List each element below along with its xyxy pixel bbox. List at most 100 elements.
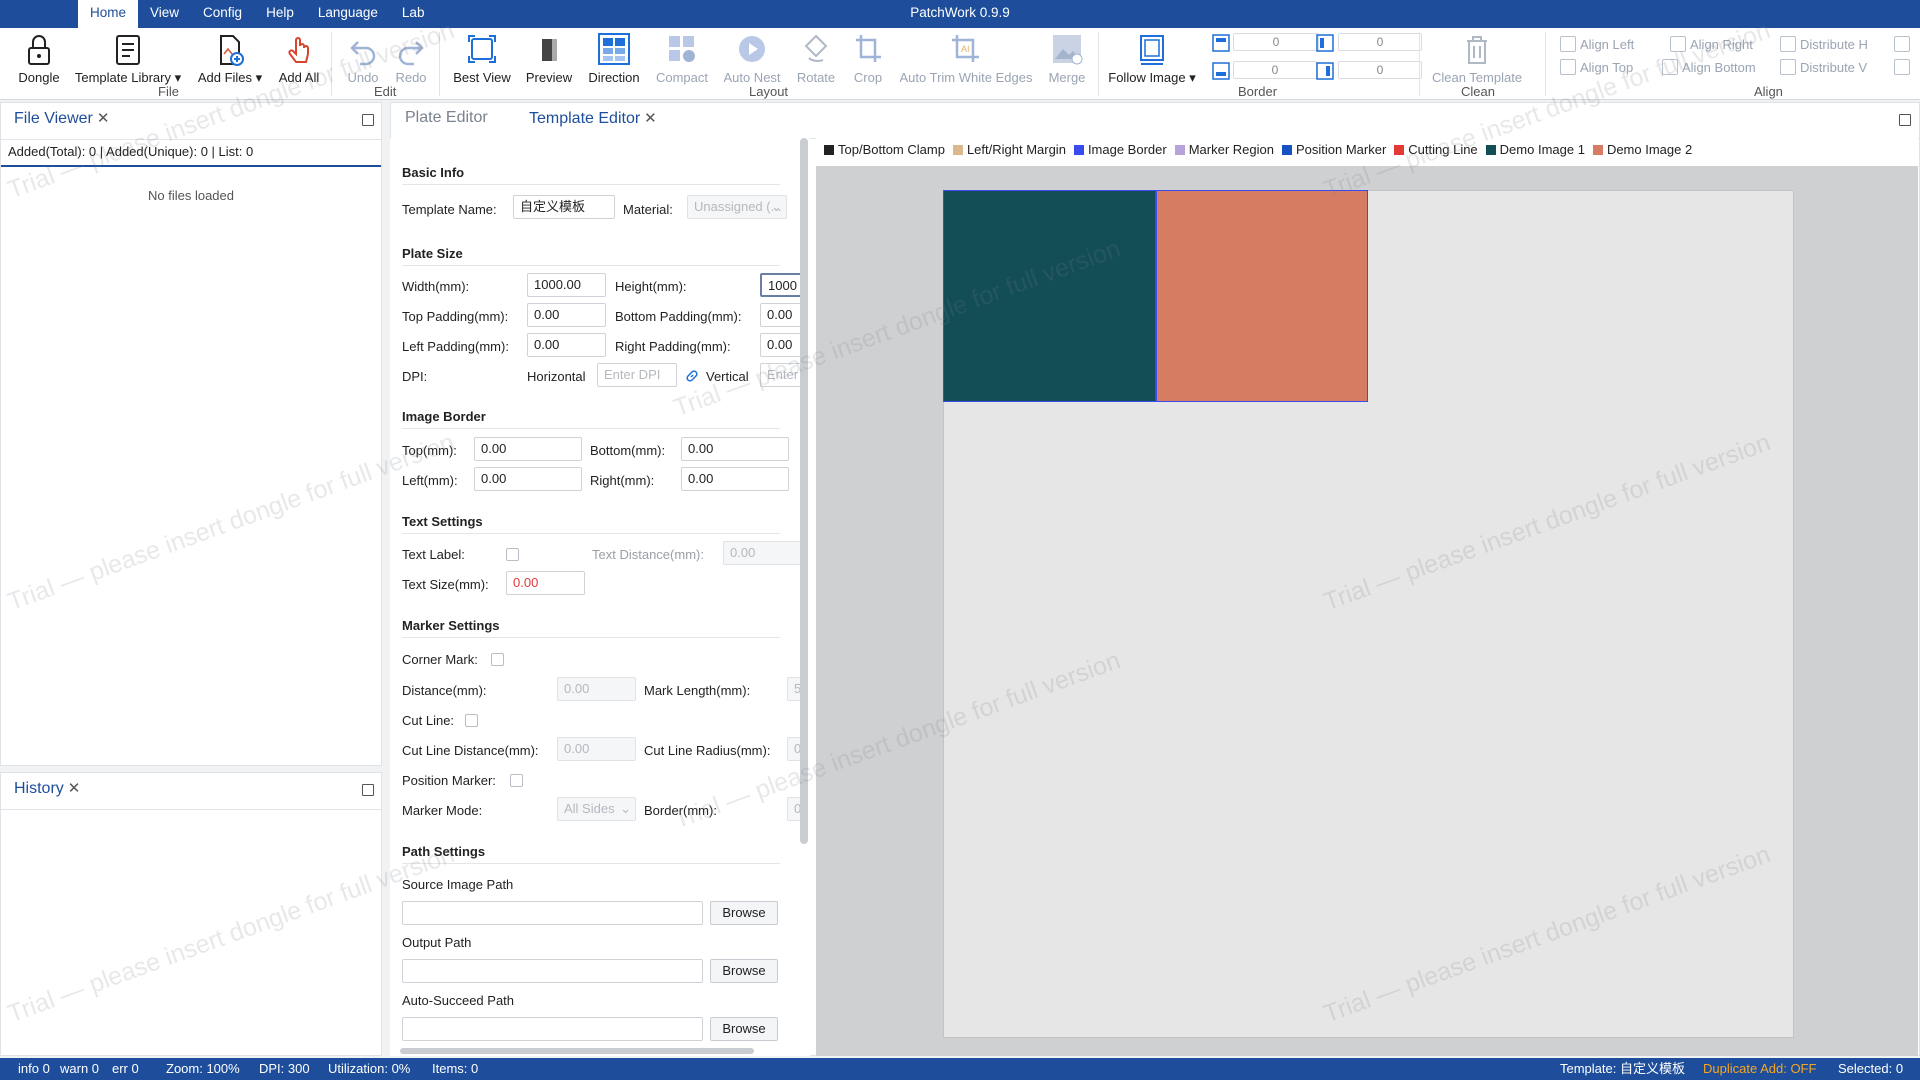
undo-button[interactable]: Undo bbox=[340, 32, 386, 85]
left-padding-label: Left Padding(mm): bbox=[402, 339, 509, 354]
right-padding-input[interactable]: 0.00 bbox=[760, 333, 802, 357]
crop-icon bbox=[856, 35, 881, 62]
top-padding-input[interactable]: 0.00 bbox=[527, 303, 606, 327]
border-right-input[interactable]: 0 bbox=[1338, 33, 1422, 51]
link-icon[interactable] bbox=[685, 369, 699, 383]
add-all-button[interactable]: Add All bbox=[274, 32, 324, 85]
close-icon[interactable]: ✕ bbox=[97, 110, 110, 127]
menu-config[interactable]: Config bbox=[191, 0, 254, 28]
marker-mode-select[interactable]: All Sides ⌄ bbox=[557, 797, 636, 821]
output-browse-button[interactable]: Browse bbox=[710, 959, 778, 983]
align-top-button[interactable]: Align Top bbox=[1560, 59, 1633, 75]
legend-item: Demo Image 1 bbox=[1485, 142, 1585, 157]
best-view-button[interactable]: Best View bbox=[450, 32, 514, 85]
image-border-right-input[interactable]: 0.00 bbox=[681, 467, 789, 491]
compact-button[interactable]: Compact bbox=[652, 32, 712, 85]
rotate-button[interactable]: Rotate bbox=[790, 32, 842, 85]
dongle-button[interactable]: Dongle bbox=[18, 32, 60, 85]
main-menu: Home View Config Help Language Lab bbox=[78, 0, 436, 28]
legend-label: Demo Image 2 bbox=[1606, 142, 1693, 157]
menu-view[interactable]: View bbox=[138, 0, 191, 28]
width-input[interactable]: 1000.00 bbox=[527, 273, 606, 297]
align-right-button[interactable]: Align Right bbox=[1670, 36, 1753, 52]
horizontal-scrollbar[interactable] bbox=[400, 1048, 754, 1054]
tab-file-viewer[interactable]: File Viewer ✕ bbox=[14, 109, 109, 128]
distribute-h-button[interactable]: Distribute H bbox=[1780, 36, 1868, 52]
ribbon-divider bbox=[439, 32, 440, 96]
expand-icon[interactable] bbox=[1899, 114, 1911, 126]
compact-icon bbox=[669, 36, 695, 62]
left-padding-input[interactable]: 0.00 bbox=[527, 333, 606, 357]
cut-line-distance-input[interactable]: 0.00 bbox=[557, 737, 636, 761]
template-editor-tab-label: Template Editor bbox=[529, 110, 641, 127]
template-library-button[interactable]: Template Library ▾ bbox=[74, 32, 182, 86]
demo-image-1[interactable] bbox=[943, 190, 1156, 402]
distribute-v-label: Distribute V bbox=[1800, 59, 1868, 75]
distance-label: Distance(mm): bbox=[402, 683, 487, 698]
menu-help[interactable]: Help bbox=[254, 0, 306, 28]
close-icon[interactable]: ✕ bbox=[68, 780, 81, 797]
rotate-icon bbox=[804, 34, 828, 62]
ribbon-divider bbox=[1098, 32, 1099, 96]
cut-line-checkbox[interactable] bbox=[465, 714, 478, 727]
tab-plate-editor[interactable]: Plate Editor bbox=[405, 109, 488, 127]
vertical-scrollbar[interactable] bbox=[800, 138, 808, 844]
demo-image-2[interactable] bbox=[1156, 190, 1368, 402]
height-input[interactable]: 1000 bbox=[760, 273, 802, 297]
bottom-padding-input[interactable]: 0.00 bbox=[760, 303, 802, 327]
expand-icon[interactable] bbox=[362, 784, 374, 796]
legend-label: Cutting Line bbox=[1408, 142, 1478, 157]
merge-button[interactable]: Merge bbox=[1042, 32, 1092, 85]
distance-input[interactable]: 0.00 bbox=[557, 677, 636, 701]
align-left-button[interactable]: Align Left bbox=[1560, 36, 1634, 52]
crop-button[interactable]: Crop bbox=[846, 32, 890, 85]
dpi-vertical-input[interactable]: Enter bbox=[760, 363, 802, 387]
auto-trim-button[interactable]: AI Auto Trim White Edges bbox=[896, 32, 1036, 85]
corner-mark-checkbox[interactable] bbox=[491, 653, 504, 666]
auto-succeed-path-input[interactable] bbox=[402, 1017, 703, 1041]
dpi-horizontal-input[interactable]: Enter DPI bbox=[597, 363, 677, 387]
legend-swatch-position-marker bbox=[1281, 144, 1292, 155]
template-name-input[interactable]: 自定义模板 bbox=[513, 195, 615, 219]
status-selected: Selected: 0 bbox=[1838, 1061, 1904, 1076]
tab-history[interactable]: History ✕ bbox=[14, 779, 80, 798]
position-marker-checkbox[interactable] bbox=[510, 774, 523, 787]
output-path-input[interactable] bbox=[402, 959, 703, 983]
legend-label: Image Border bbox=[1087, 142, 1167, 157]
source-browse-button[interactable]: Browse bbox=[710, 901, 778, 925]
border-left-input[interactable]: 0 bbox=[1338, 61, 1422, 79]
auto-nest-button[interactable]: Auto Nest bbox=[720, 32, 784, 85]
material-select[interactable]: Unassigned (... ⌄ bbox=[687, 195, 787, 219]
group-file-label: File bbox=[158, 84, 179, 99]
image-border-left-input[interactable]: 0.00 bbox=[474, 467, 582, 491]
clean-template-button[interactable]: Clean Template bbox=[1430, 32, 1524, 85]
direction-button[interactable]: Direction bbox=[584, 32, 644, 85]
auto-succeed-browse-button[interactable]: Browse bbox=[710, 1017, 778, 1041]
text-distance-input[interactable]: 0.00 bbox=[723, 541, 802, 565]
border-bottom-input[interactable]: 0 bbox=[1233, 61, 1317, 79]
status-duplicate-add[interactable]: Duplicate Add: OFF bbox=[1703, 1058, 1816, 1080]
preview-button[interactable]: Preview bbox=[522, 32, 576, 85]
border-top-input[interactable]: 0 bbox=[1233, 33, 1319, 51]
distribute-v-button[interactable]: Distribute V bbox=[1780, 59, 1867, 75]
menu-lab[interactable]: Lab bbox=[390, 0, 437, 28]
text-size-input[interactable]: 0.00 bbox=[506, 571, 585, 595]
menu-language[interactable]: Language bbox=[306, 0, 390, 28]
align-bottom-button[interactable]: Align Bottom bbox=[1662, 59, 1756, 75]
align-bottom-label: Align Bottom bbox=[1682, 59, 1756, 75]
tab-template-editor[interactable]: Template Editor ✕ bbox=[529, 109, 657, 128]
add-files-button[interactable]: Add Files ▾ bbox=[196, 32, 264, 86]
follow-image-button[interactable]: Follow Image ▾ bbox=[1108, 32, 1196, 86]
more-align-button[interactable] bbox=[1894, 36, 1910, 52]
close-icon[interactable]: ✕ bbox=[644, 110, 657, 127]
expand-icon[interactable] bbox=[362, 114, 374, 126]
text-label-checkbox[interactable] bbox=[506, 548, 519, 561]
add-all-label: Add All bbox=[278, 70, 320, 85]
menu-home[interactable]: Home bbox=[78, 0, 139, 28]
source-path-input[interactable] bbox=[402, 901, 703, 925]
image-border-bottom-input[interactable]: 0.00 bbox=[681, 437, 789, 461]
redo-button[interactable]: Redo bbox=[388, 32, 434, 85]
image-border-top-input[interactable]: 0.00 bbox=[474, 437, 582, 461]
more-distribute-button[interactable] bbox=[1894, 59, 1910, 75]
trash-icon bbox=[1467, 36, 1487, 64]
